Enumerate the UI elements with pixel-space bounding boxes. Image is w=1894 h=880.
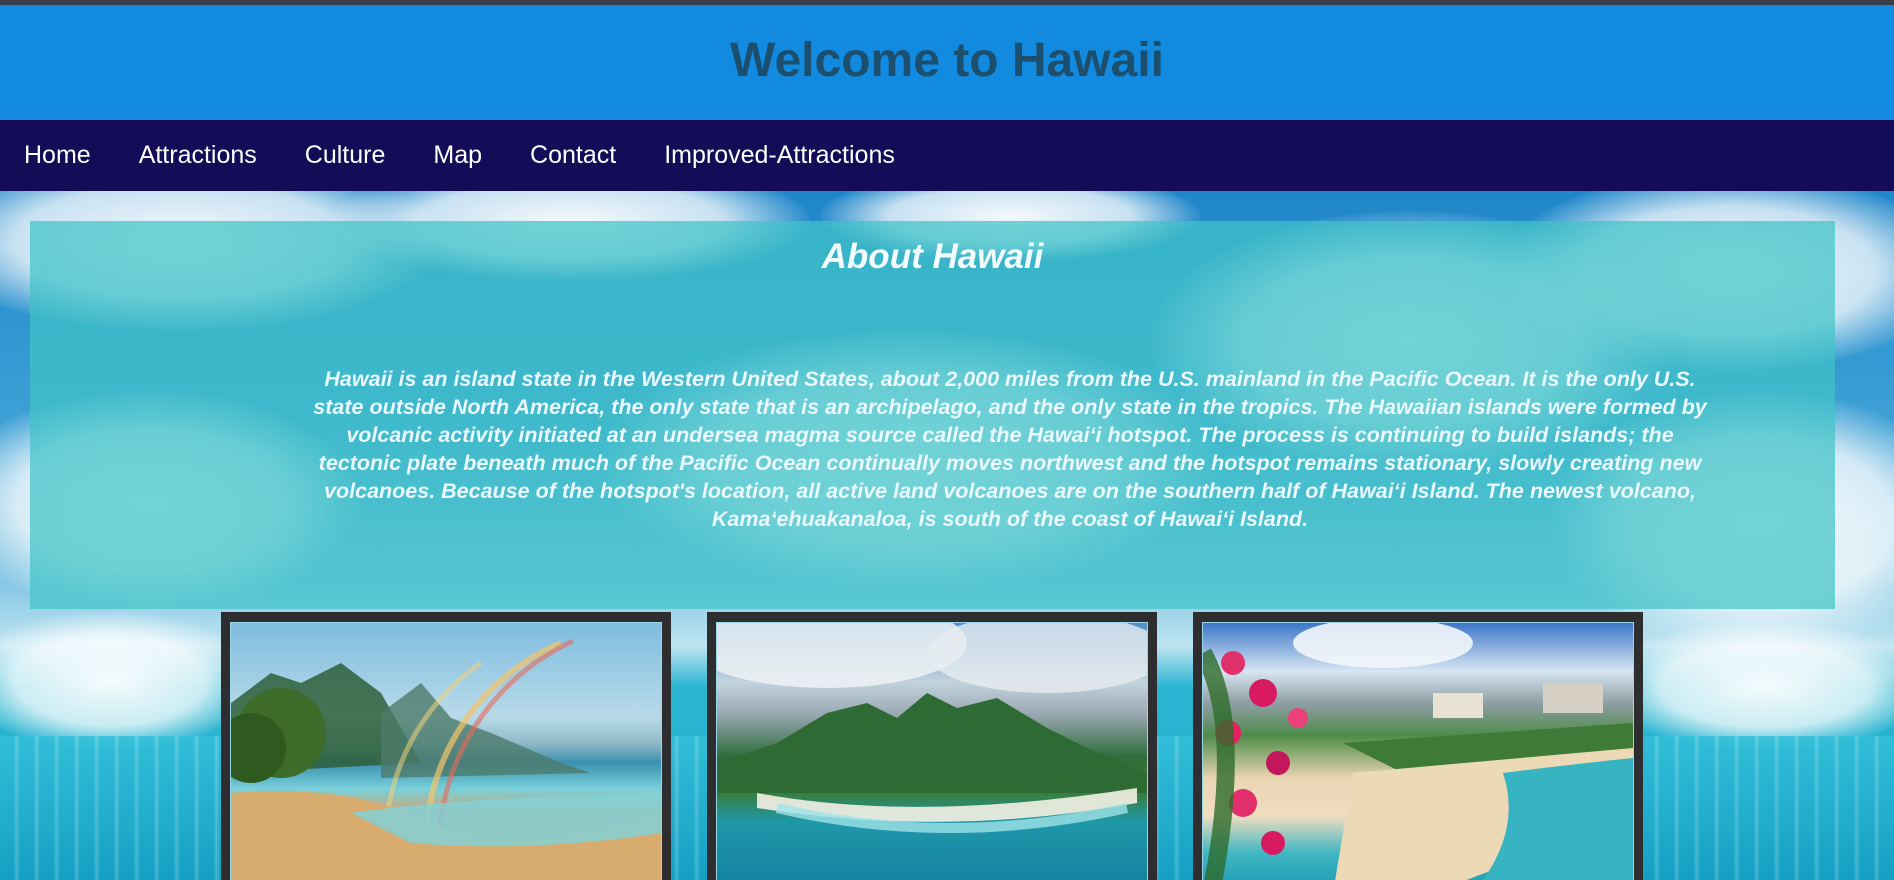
rainbow-beach-photo <box>230 622 662 880</box>
photo-card-2[interactable] <box>707 612 1157 880</box>
site-header: Welcome to Hawaii <box>0 5 1894 120</box>
about-heading: About Hawaii <box>821 237 1044 276</box>
aerial-coast-photo <box>716 622 1148 880</box>
nav-item-attractions[interactable]: Attractions <box>139 141 257 170</box>
rainbow-beach-illustration <box>231 638 661 880</box>
photo-card-3[interactable] <box>1193 612 1643 880</box>
main-navigation: Home Attractions Culture Map Contact Imp… <box>0 120 1894 191</box>
cloud-shape <box>1600 621 1894 751</box>
nav-item-map[interactable]: Map <box>433 141 482 170</box>
page-title: Welcome to Hawaii <box>730 33 1164 87</box>
nav-item-improved-attractions[interactable]: Improved-Attractions <box>664 141 895 170</box>
nav-item-contact[interactable]: Contact <box>530 141 616 170</box>
nav-item-home[interactable]: Home <box>24 141 91 170</box>
about-section: About Hawaii Hawaii is an island state i… <box>30 221 1835 609</box>
nav-item-culture[interactable]: Culture <box>305 141 386 170</box>
photo-card-1[interactable] <box>221 612 671 880</box>
aerial-coast-illustration <box>717 623 1147 833</box>
resort-beach-illustration <box>1203 623 1633 880</box>
about-paragraph: Hawaii is an island state in the Western… <box>313 367 1707 531</box>
resort-beach-photo <box>1202 622 1634 880</box>
